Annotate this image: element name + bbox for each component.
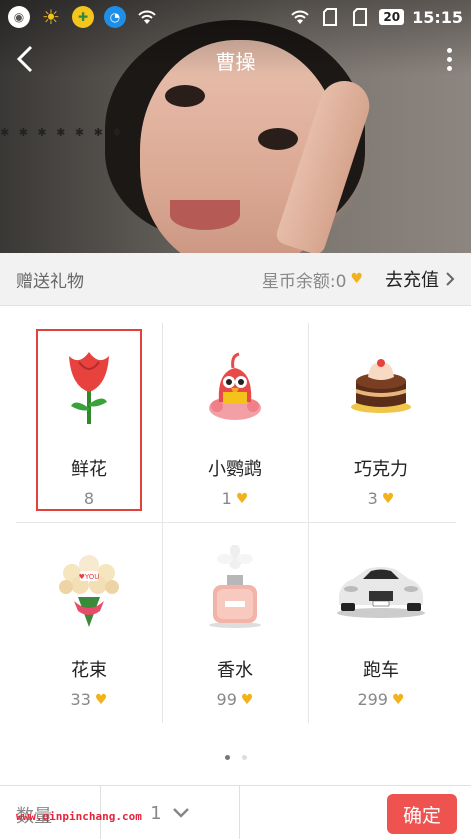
quantity-value: 1 xyxy=(150,802,162,824)
gift-name: 巧克力 xyxy=(354,459,408,480)
weather-sun-icon: ☀ xyxy=(42,5,60,29)
heart-coin-icon: ♥ xyxy=(381,490,395,507)
balance-label: 星币余额:0 xyxy=(261,271,347,292)
gift-item-parrot[interactable]: 小鹦鹉 1 ♥ xyxy=(162,323,308,523)
chevron-right-icon xyxy=(446,272,455,286)
more-menu-button[interactable] xyxy=(439,42,459,76)
gift-item-chocolate[interactable]: 巧克力 3 ♥ xyxy=(308,323,454,523)
gift-price-value: 1 xyxy=(221,489,232,508)
heart-coin-icon: ♥ xyxy=(391,691,405,708)
recharge-button[interactable]: 去充值 xyxy=(385,266,455,292)
gift-price: 99 ♥ xyxy=(162,690,308,709)
battery-level: 20 xyxy=(379,9,405,25)
gift-section-title: 赠送礼物 xyxy=(16,271,84,292)
gift-price: 1 ♥ xyxy=(162,489,308,508)
game-app-icon: ✚ xyxy=(72,6,94,28)
gift-name: 香水 xyxy=(217,660,253,681)
selected-gift-highlight xyxy=(36,329,142,511)
coin-balance: 星币余额:0 ♥ xyxy=(262,267,363,292)
gift-price: 299 ♥ xyxy=(308,690,454,709)
nav-bar: 曹操 xyxy=(0,34,471,84)
browser-app-icon: ◔ xyxy=(104,6,126,28)
sim2-icon xyxy=(349,6,371,28)
gift-name: 小鹦鹉 xyxy=(208,459,262,480)
page-title: 曹操 xyxy=(215,50,256,74)
status-bar: ◉ ☀ ✚ ◔ 20 15:15 xyxy=(0,0,471,34)
gift-item-sports-car[interactable]: 跑车 299 ♥ xyxy=(308,524,454,724)
gift-price: 3 ♥ xyxy=(308,489,454,508)
heart-coin-icon: ♥ xyxy=(350,271,363,287)
gift-header-bar: 赠送礼物 星币余额:0 ♥ 去充值 xyxy=(0,253,471,306)
sports-car-icon xyxy=(308,542,454,632)
gift-name: 跑车 xyxy=(363,660,399,681)
more-vertical-icon xyxy=(446,47,452,53)
gift-price-value: 299 xyxy=(357,690,388,709)
svg-text:♥YOU: ♥YOU xyxy=(79,573,100,581)
gift-price-value: 33 xyxy=(70,690,91,709)
gift-item-bouquet[interactable]: ♥YOU 花束 33 ♥ xyxy=(16,524,162,724)
owl-app-icon: ◉ xyxy=(8,6,30,28)
wifi-icon xyxy=(289,6,311,28)
heart-coin-icon: ♥ xyxy=(235,490,249,507)
heart-coin-icon: ♥ xyxy=(94,691,108,708)
page-dot xyxy=(241,755,247,760)
gift-name: 花束 xyxy=(71,660,107,681)
chocolate-cake-icon xyxy=(308,341,454,431)
clock: 15:15 xyxy=(412,7,463,27)
gift-price: 33 ♥ xyxy=(16,690,162,709)
bouquet-icon: ♥YOU xyxy=(16,542,162,632)
confirm-button[interactable]: 确定 xyxy=(387,794,457,834)
gift-price-value: 3 xyxy=(367,489,378,508)
perfume-icon xyxy=(162,542,308,632)
chevron-down-icon xyxy=(172,808,189,818)
sim1-icon xyxy=(319,6,341,28)
gift-price-value: 99 xyxy=(216,690,237,709)
page-indicator xyxy=(0,755,471,760)
parrot-icon xyxy=(162,341,308,431)
recharge-label: 去充值 xyxy=(385,270,439,291)
profile-photo-header: ✱ ✱ ✱ ✱ ✱ ✱ ✱ ◉ ☀ ✚ ◔ 20 15:15 xyxy=(0,0,471,253)
heart-coin-icon: ♥ xyxy=(240,691,254,708)
wifi-icon xyxy=(136,6,158,28)
watermark: www.qinpinchang.com xyxy=(16,810,142,823)
gift-item-perfume[interactable]: 香水 99 ♥ xyxy=(162,524,308,724)
page-dot-active xyxy=(224,755,230,760)
